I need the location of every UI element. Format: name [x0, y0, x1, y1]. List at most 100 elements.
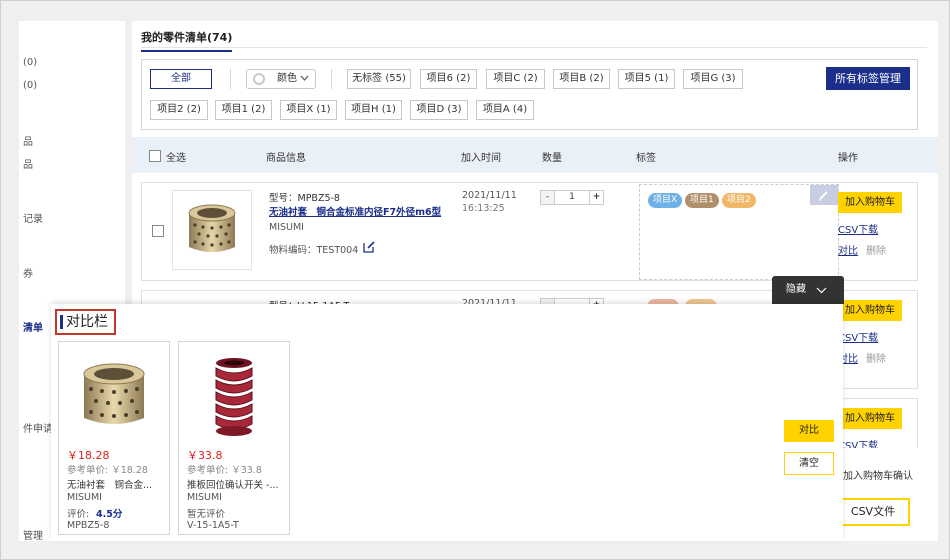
card-brand: MISUMI	[67, 492, 102, 503]
divider	[230, 69, 231, 89]
filter-tag-chip[interactable]: 无标签 (55)	[347, 69, 411, 89]
add-to-cart-button[interactable]: 加入购物车	[838, 300, 902, 321]
csv-file-button[interactable]: CSV文件	[836, 498, 910, 526]
filter-all-button[interactable]: 全部	[150, 69, 212, 89]
cart-confirm-panel: 加入购物车确认	[843, 448, 938, 541]
compare-title-text: 对比栏	[66, 314, 108, 330]
filter-tag-chip[interactable]: 项目6 (2)	[420, 69, 477, 89]
window-frame: (0) (0) 品 品 记录 券 清单 件申请 管理 我的零件清单(74) 全部…	[0, 0, 950, 560]
added-time: 16:13:25	[462, 203, 505, 214]
increment-button[interactable]: +	[589, 191, 603, 204]
filter-tag-chip[interactable]: 项目D (3)	[410, 100, 468, 120]
filter-tag-chip[interactable]: 项目G (3)	[683, 69, 743, 89]
table-row: 型号：MPBZ5-8 无油衬套 铜合金标准内径F7外径m6型 MISUMI 物料…	[141, 182, 918, 281]
filter-tag-chip[interactable]: 项目A (4)	[476, 100, 534, 120]
add-to-cart-button[interactable]: 加入购物车	[838, 408, 902, 429]
column-header: 商品信息	[266, 153, 306, 164]
table-header: 全选 商品信息 加入时间 数量 标签 操作	[132, 137, 938, 173]
quantity-value[interactable]: 1	[555, 191, 589, 204]
product-name-link[interactable]: 无油衬套 铜合金标准内径F7外径m6型	[269, 204, 441, 218]
manage-tags-button[interactable]: 所有标签管理	[826, 67, 910, 90]
product-brand: MISUMI	[269, 222, 304, 233]
compare-card[interactable]: ￥33.8 参考单价: ￥33.8 推板回位确认开关 -... MISUMI 暂…	[178, 341, 290, 535]
row-checkbox[interactable]	[152, 225, 164, 237]
tag-pill[interactable]: 项目2	[722, 193, 756, 208]
sidebar-item[interactable]: 品	[23, 133, 33, 148]
column-header: 加入时间	[461, 153, 501, 164]
product-image	[187, 348, 281, 444]
spring-image	[215, 358, 253, 436]
quantity-stepper[interactable]: - 1 +	[540, 190, 604, 205]
chevron-down-icon	[816, 287, 827, 294]
filter-tag-chip[interactable]: 项目H (1)	[345, 100, 402, 120]
add-to-cart-button[interactable]: 加入购物车	[838, 192, 902, 213]
bushing-image	[83, 363, 145, 424]
column-header: 操作	[838, 153, 858, 164]
color-swatch-icon	[253, 73, 265, 85]
divider	[141, 47, 927, 48]
clear-button[interactable]: 清空	[784, 452, 834, 475]
sidebar-item[interactable]: 券	[23, 265, 33, 280]
sidebar-item-active[interactable]: 清单	[23, 319, 43, 334]
cart-confirm-label: 加入购物车确认	[843, 471, 913, 482]
compare-bar-title: 对比栏	[55, 309, 116, 335]
tag-edit-button[interactable]	[810, 185, 838, 205]
chevron-down-icon	[300, 75, 309, 81]
card-price: ￥18.28	[67, 449, 110, 462]
column-header: 标签	[636, 153, 656, 164]
tag-filter-panel: 全部 颜色 无标签 (55) 项目6 (2) 项目C (2) 项目B (2) 项…	[141, 59, 918, 130]
decrement-button[interactable]: -	[541, 191, 555, 204]
hide-compare-tab[interactable]: 隐藏	[772, 276, 844, 304]
sidebar-item[interactable]: 品	[23, 156, 33, 171]
color-dropdown-label: 颜色	[277, 73, 297, 84]
product-code: 物料编码：TEST004	[269, 245, 359, 256]
card-ref-price: 参考单价: ￥18.28	[67, 465, 148, 476]
sidebar-item[interactable]: (0)	[23, 80, 37, 91]
sidebar-item[interactable]: 件申请	[23, 420, 53, 435]
divider	[331, 69, 332, 89]
card-name[interactable]: 推板回位确认开关 -...	[187, 477, 279, 491]
tag-pill[interactable]: 项目1	[685, 193, 719, 208]
filter-tag-chip[interactable]: 项目1 (2)	[215, 100, 272, 120]
select-all-label: 全选	[166, 153, 186, 164]
tag-pill[interactable]: 项目X	[648, 193, 683, 208]
card-brand: MISUMI	[187, 492, 222, 503]
delete-link[interactable]: 删除	[866, 350, 886, 365]
sidebar-item[interactable]: (0)	[23, 57, 37, 68]
card-model: MPBZ5-8	[67, 520, 110, 531]
card-price: ￥33.8	[187, 449, 223, 462]
compare-button[interactable]: 对比	[784, 420, 834, 442]
added-date: 2021/11/11	[462, 190, 517, 201]
filter-tag-chip[interactable]: 项目C (2)	[486, 69, 545, 89]
bushing-image	[188, 204, 236, 252]
card-rating: 4.5分	[96, 509, 123, 520]
product-image	[67, 348, 161, 444]
color-dropdown[interactable]: 颜色	[246, 69, 316, 89]
sidebar-item[interactable]: 管理	[23, 527, 43, 542]
card-rating-label: 评价:	[67, 509, 90, 520]
csv-download-link[interactable]: CSV下载	[838, 329, 878, 344]
compare-link[interactable]: 对比	[838, 242, 858, 257]
column-header: 数量	[542, 153, 562, 164]
sidebar-item[interactable]: 记录	[23, 210, 43, 225]
filter-tag-chip[interactable]: 项目2 (2)	[150, 100, 208, 120]
tag-drop-zone[interactable]: 项目X 项目1 项目2	[639, 184, 839, 280]
filter-tag-chip[interactable]: 项目X (1)	[280, 100, 337, 120]
card-name[interactable]: 无油衬套 铜合金...	[67, 477, 152, 491]
title-accent-bar	[60, 315, 63, 329]
compare-bar: 对比栏 ￥18.28 参考单价: ￥18.28 无油衬套 铜合金... MISU…	[51, 304, 843, 541]
edit-icon[interactable]	[363, 240, 376, 253]
delete-link[interactable]: 删除	[866, 242, 886, 257]
card-model: V-15-1A5-T	[187, 520, 239, 531]
filter-tag-chip[interactable]: 项目5 (1)	[618, 69, 675, 89]
product-model: 型号：MPBZ5-8	[269, 193, 340, 204]
card-ref-price: 参考单价: ￥33.8	[187, 465, 262, 476]
hide-label: 隐藏	[786, 284, 806, 295]
card-rating-label: 暂无评价	[187, 509, 226, 520]
filter-tag-chip[interactable]: 项目B (2)	[553, 69, 610, 89]
csv-download-link[interactable]: CSV下载	[838, 221, 878, 236]
compare-card[interactable]: ￥18.28 参考单价: ￥18.28 无油衬套 铜合金... MISUMI 评…	[58, 341, 170, 535]
select-all-checkbox[interactable]	[149, 150, 161, 162]
product-image[interactable]	[172, 190, 252, 270]
page-title: 我的零件清单(74)	[141, 29, 233, 52]
